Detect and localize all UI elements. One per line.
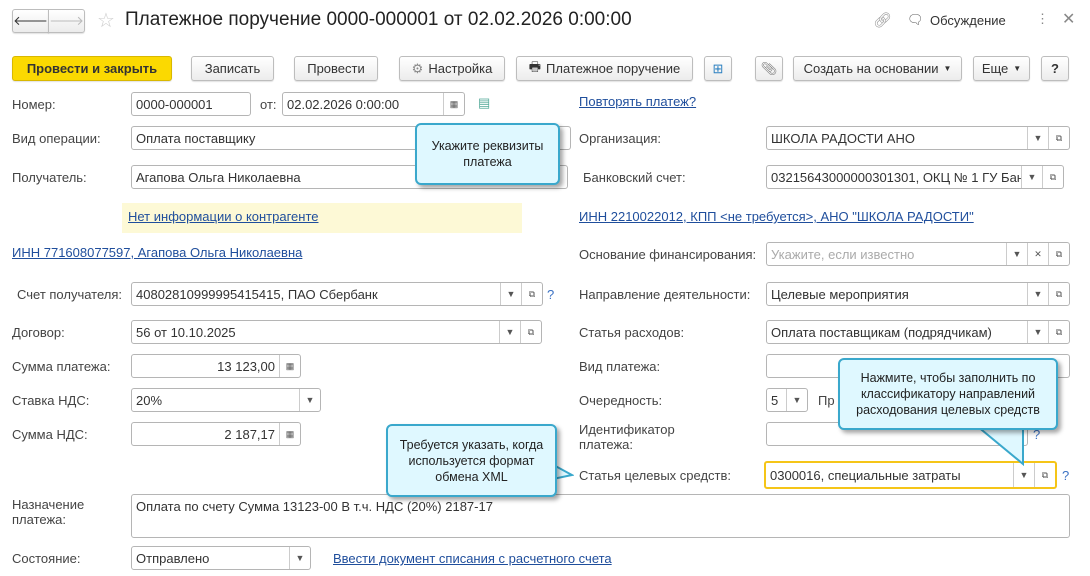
target-label: Статья целевых средств: <box>579 468 732 483</box>
amount-input[interactable]: 13 123,00 ▦ <box>131 354 301 378</box>
dropdown-icon[interactable]: ▼ <box>1027 127 1048 149</box>
dropdown-icon[interactable]: ▼ <box>786 389 807 411</box>
chevron-down-icon: ▼ <box>1013 64 1022 73</box>
chevron-down-icon: ▼ <box>943 64 952 73</box>
paperclip-icon: 📎︎ <box>760 60 778 76</box>
direction-select[interactable]: Целевые мероприятия ▼ ⧉ <box>766 282 1070 306</box>
dropdown-icon[interactable]: ▼ <box>499 321 520 343</box>
open-icon[interactable]: ⧉ <box>1048 321 1069 343</box>
post-button[interactable]: Провести <box>294 56 378 81</box>
discussion-icon[interactable]: 🗨︎ <box>907 12 924 28</box>
dropdown-icon[interactable]: ▼ <box>1027 321 1048 343</box>
org-inn-link[interactable]: ИНН 2210022012, КПП <не требуется>, АНО … <box>579 209 974 224</box>
payment-type-label: Вид платежа: <box>579 359 661 374</box>
attach-button[interactable]: 📎︎ <box>755 56 783 81</box>
more-icon[interactable]: ⋮ <box>1036 11 1049 27</box>
star-icon[interactable]: ☆ <box>97 8 115 33</box>
page-title: Платежное поручение 0000-000001 от 02.02… <box>125 9 632 30</box>
calculator-icon[interactable]: ▦ <box>279 355 300 377</box>
vat-amount-input[interactable]: 2 187,17 ▦ <box>131 422 301 446</box>
settings-button[interactable]: ⚙ Настройка <box>399 56 505 81</box>
recipient-account-label: Счет получателя: <box>17 287 123 302</box>
date-label: от: <box>260 97 277 112</box>
number-input[interactable]: 0000-000001 <box>131 92 251 116</box>
dropdown-icon[interactable]: ▼ <box>1006 243 1027 265</box>
recipient-account-select[interactable]: 40802810999995415415, ПАО Сбербанк ▼ ⧉ <box>131 282 543 306</box>
create-based-button[interactable]: Создать на основании ▼ <box>793 56 962 81</box>
more-button[interactable]: Еще ▼ <box>973 56 1030 81</box>
dropdown-icon[interactable]: ▼ <box>299 389 320 411</box>
vat-rate-label: Ставка НДС: <box>12 393 90 408</box>
help-mark[interactable]: ? <box>547 287 554 302</box>
calendar-icon[interactable]: ▦ <box>443 93 464 115</box>
open-icon[interactable]: ⧉ <box>1048 243 1069 265</box>
post-and-close-button[interactable]: Провести и закрыть <box>12 56 172 81</box>
no-info-link[interactable]: Нет информации о контрагенте <box>128 209 319 224</box>
comment-icon[interactable]: ▤ <box>478 95 490 111</box>
printer-icon: 🖶 <box>528 58 542 74</box>
priority-select[interactable]: 5 ▼ <box>766 388 808 412</box>
structure-icon: ⊞ <box>712 60 724 76</box>
contract-select[interactable]: 56 от 10.10.2025 ▼ ⧉ <box>131 320 542 344</box>
callout-payment-details: Укажите реквизиты платежа <box>415 123 560 185</box>
open-icon[interactable]: ⧉ <box>1048 127 1069 149</box>
callout-xml-format: Требуется указать, когда используется фо… <box>386 424 557 497</box>
open-icon[interactable]: ⧉ <box>520 321 541 343</box>
discussion-button[interactable]: Обсуждение <box>930 13 1006 28</box>
repeat-payment-link[interactable]: Повторять платеж? <box>579 94 696 109</box>
dropdown-icon[interactable]: ▼ <box>1021 166 1042 188</box>
direction-label: Направление деятельности: <box>579 287 751 302</box>
number-label: Номер: <box>12 97 56 112</box>
help-mark[interactable]: ? <box>1062 468 1069 483</box>
bank-account-select[interactable]: 03215643000000301301, ОКЦ № 1 ГУ Банка Р… <box>766 165 1064 189</box>
vat-rate-select[interactable]: 20% ▼ <box>131 388 321 412</box>
priority-extra: Пр <box>818 393 835 408</box>
open-icon[interactable]: ⧉ <box>1042 166 1063 188</box>
clear-icon[interactable]: ✕ <box>1027 243 1048 265</box>
operation-label: Вид операции: <box>12 131 101 146</box>
contract-label: Договор: <box>12 325 65 340</box>
bank-account-label: Банковский счет: <box>583 170 686 185</box>
help-button[interactable]: ? <box>1041 56 1069 81</box>
print-button[interactable]: 🖶 Платежное поручение <box>516 56 693 81</box>
date-input[interactable]: 02.02.2026 0:00:00 ▦ <box>282 92 465 116</box>
payment-id-label: Идентификатор платежа: <box>579 422 675 452</box>
dropdown-icon[interactable]: ▼ <box>1027 283 1048 305</box>
funding-label: Основание финансирования: <box>579 247 757 262</box>
dropdown-icon[interactable]: ▼ <box>289 547 310 569</box>
close-icon[interactable]: ✕ <box>1062 9 1075 29</box>
recipient-label: Получатель: <box>12 170 87 185</box>
open-icon[interactable]: ⧉ <box>521 283 542 305</box>
open-icon[interactable]: ⧉ <box>1034 463 1055 487</box>
expense-label: Статья расходов: <box>579 325 685 340</box>
back-button[interactable]: 🡐 <box>12 9 49 33</box>
funding-select[interactable]: Укажите, если известно ▼ ✕ ⧉ <box>766 242 1070 266</box>
forward-button[interactable]: 🡒 <box>48 9 85 33</box>
link-icon[interactable]: 🔗︎ <box>873 11 892 29</box>
purpose-label: Назначение платежа: <box>12 497 85 527</box>
writeoff-link[interactable]: Ввести документ списания с расчетного сч… <box>333 551 612 566</box>
expense-select[interactable]: Оплата поставщикам (подрядчикам) ▼ ⧉ <box>766 320 1070 344</box>
calculator-icon[interactable]: ▦ <box>279 423 300 445</box>
gear-icon: ⚙ <box>411 60 424 76</box>
open-icon[interactable]: ⧉ <box>1048 283 1069 305</box>
priority-label: Очередность: <box>579 393 663 408</box>
save-button[interactable]: Записать <box>191 56 274 81</box>
org-label: Организация: <box>579 131 662 146</box>
vat-amount-label: Сумма НДС: <box>12 427 88 442</box>
state-label: Состояние: <box>12 551 81 566</box>
amount-label: Сумма платежа: <box>12 359 111 374</box>
purpose-textarea[interactable]: Оплата по счету Сумма 13123-00 В т.ч. НД… <box>131 494 1070 538</box>
org-select[interactable]: ШКОЛА РАДОСТИ АНО ▼ ⧉ <box>766 126 1070 150</box>
state-select[interactable]: Отправлено ▼ <box>131 546 311 570</box>
structure-button[interactable]: ⊞ <box>704 56 732 81</box>
callout-classifier: Нажмите, чтобы заполнить по классификато… <box>838 358 1058 430</box>
recipient-inn-link[interactable]: ИНН 771608077597, Агапова Ольга Николаев… <box>12 245 302 260</box>
dropdown-icon[interactable]: ▼ <box>500 283 521 305</box>
